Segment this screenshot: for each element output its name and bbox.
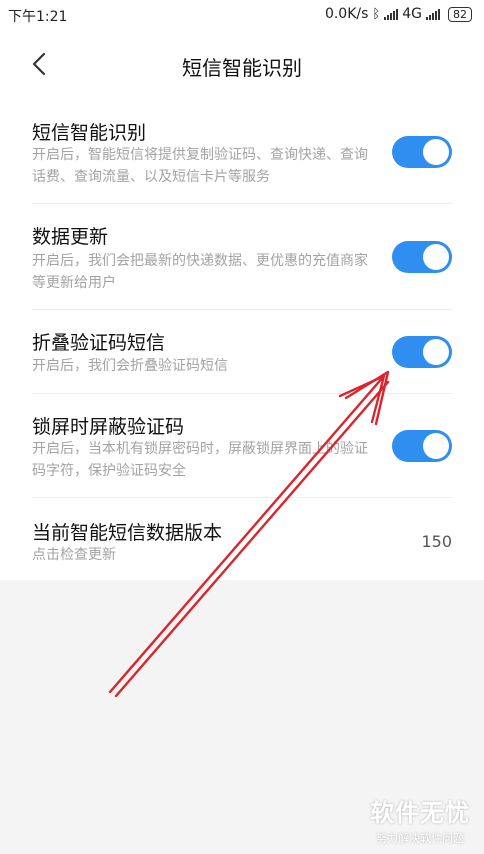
check-update-hint: 点击检查更新 xyxy=(32,547,116,563)
setting-row-lockscreen-hide-code[interactable]: 锁屏时屏蔽验证码 开启后，当本机有锁屏密码时，屏蔽锁屏界面上的验证码字符，保护验… xyxy=(0,394,484,498)
setting-description: 开启后，智能短信将提供复制验证码、查询快递、查询话费、查询流量、以及短信卡片等服… xyxy=(32,147,368,185)
watermark-brand: 软件无忧 xyxy=(370,799,470,827)
watermark-slogan: 努力解决软件问题 xyxy=(376,832,464,845)
status-time: 下午1:21 xyxy=(8,9,68,25)
setting-label: 锁屏时屏蔽验证码 xyxy=(32,416,185,438)
network-type: 4G xyxy=(402,6,422,22)
fold-code-sms-toggle[interactable] xyxy=(392,336,452,368)
lockscreen-hide-code-toggle[interactable] xyxy=(392,430,452,462)
watermark: 软件无忧 努力解决软件问题 xyxy=(370,793,470,846)
setting-label: 短信智能识别 xyxy=(32,122,147,144)
signal-strength-icon xyxy=(384,8,399,20)
bluetooth-icon: ᛒ xyxy=(372,6,381,22)
setting-description: 开启后，当本机有锁屏密码时，屏蔽锁屏界面上的验证码字符，保护验证码安全 xyxy=(32,441,368,479)
network-speed: 0.0K/s xyxy=(324,6,369,22)
smart-recognition-toggle[interactable] xyxy=(392,136,452,168)
setting-row-smart-recognition[interactable]: 短信智能识别 开启后，智能短信将提供复制验证码、查询快递、查询话费、查询流量、以… xyxy=(0,100,484,204)
setting-description: 开启后，我们会折叠验证码短信 xyxy=(32,358,228,374)
signal-strength-icon-2 xyxy=(426,8,440,20)
data-version-value: 150 xyxy=(421,532,452,551)
setting-row-data-update[interactable]: 数据更新 开启后，我们会把最新的快递数据、更优惠的充值商家等更新给用户 xyxy=(0,204,484,310)
status-indicators: 0.0K/s ᛒ 4G 82 xyxy=(325,6,472,22)
version-label: 当前智能短信数据版本 xyxy=(32,522,223,544)
setting-label: 数据更新 xyxy=(32,226,109,248)
page-header: 短信智能识别 xyxy=(0,30,484,100)
settings-list: 短信智能识别 开启后，智能短信将提供复制验证码、查询快递、查询话费、查询流量、以… xyxy=(0,100,484,580)
status-bar: 下午1:21 0.0K/s ᛒ 4G 82 xyxy=(0,0,484,30)
data-update-toggle[interactable] xyxy=(392,241,452,273)
battery-icon: 82 xyxy=(448,6,472,22)
setting-label: 折叠验证码短信 xyxy=(32,332,166,354)
setting-row-fold-code-sms[interactable]: 折叠验证码短信 开启后，我们会折叠验证码短信 xyxy=(0,310,484,394)
setting-row-data-version[interactable]: 当前智能短信数据版本 点击检查更新 150 xyxy=(0,498,484,580)
page-title: 短信智能识别 xyxy=(182,56,302,80)
setting-description: 开启后，我们会把最新的快递数据、更优惠的充值商家等更新给用户 xyxy=(32,253,368,291)
